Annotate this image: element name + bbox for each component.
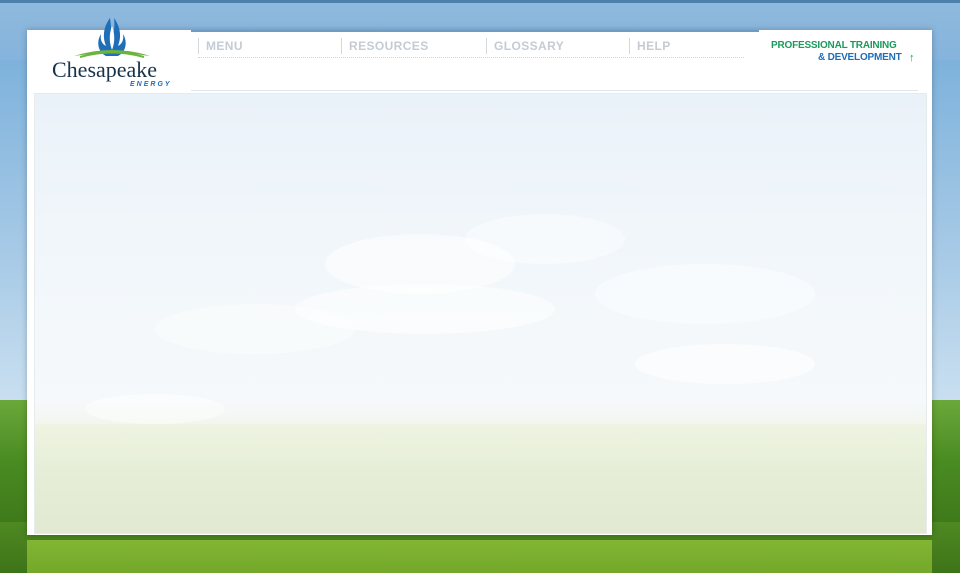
nav-item-label: GLOSSARY xyxy=(494,39,565,53)
footer-bar xyxy=(27,540,932,573)
cloud-decoration xyxy=(85,394,225,424)
nav-dotted-divider xyxy=(198,57,744,58)
up-arrow-icon: ↑ xyxy=(909,52,915,64)
program-title-line1: PROFESSIONAL TRAINING xyxy=(771,40,897,51)
top-navigation: MENU RESOURCES GLOSSARY HELP xyxy=(198,38,744,58)
cloud-decoration xyxy=(465,214,625,264)
logo-subtitle: ENERGY xyxy=(130,81,172,88)
nav-item-glossary[interactable]: GLOSSARY xyxy=(486,38,564,54)
nav-item-label: RESOURCES xyxy=(349,39,429,53)
nav-item-help[interactable]: HELP xyxy=(629,38,671,54)
top-accent-line xyxy=(0,0,960,3)
nav-accent-line xyxy=(191,30,759,32)
grass-field-decoration xyxy=(35,424,926,533)
nav-item-resources[interactable]: RESOURCES xyxy=(341,38,429,54)
nav-item-label: MENU xyxy=(206,39,243,53)
cloud-decoration xyxy=(635,344,815,384)
logo-wordmark: Chesapeake xyxy=(52,57,157,82)
nav-item-label: HELP xyxy=(637,39,671,53)
cloud-decoration xyxy=(155,304,355,354)
cloud-decoration xyxy=(595,264,815,324)
chesapeake-logo[interactable]: Chesapeake ENERGY xyxy=(52,16,176,90)
program-title-line2: & DEVELOPMENT xyxy=(818,52,902,63)
header-divider xyxy=(191,90,918,91)
program-title: PROFESSIONAL TRAINING & DEVELOPMENT ↑ xyxy=(771,40,921,70)
content-area-background xyxy=(34,93,927,534)
nav-item-menu[interactable]: MENU xyxy=(198,38,243,54)
